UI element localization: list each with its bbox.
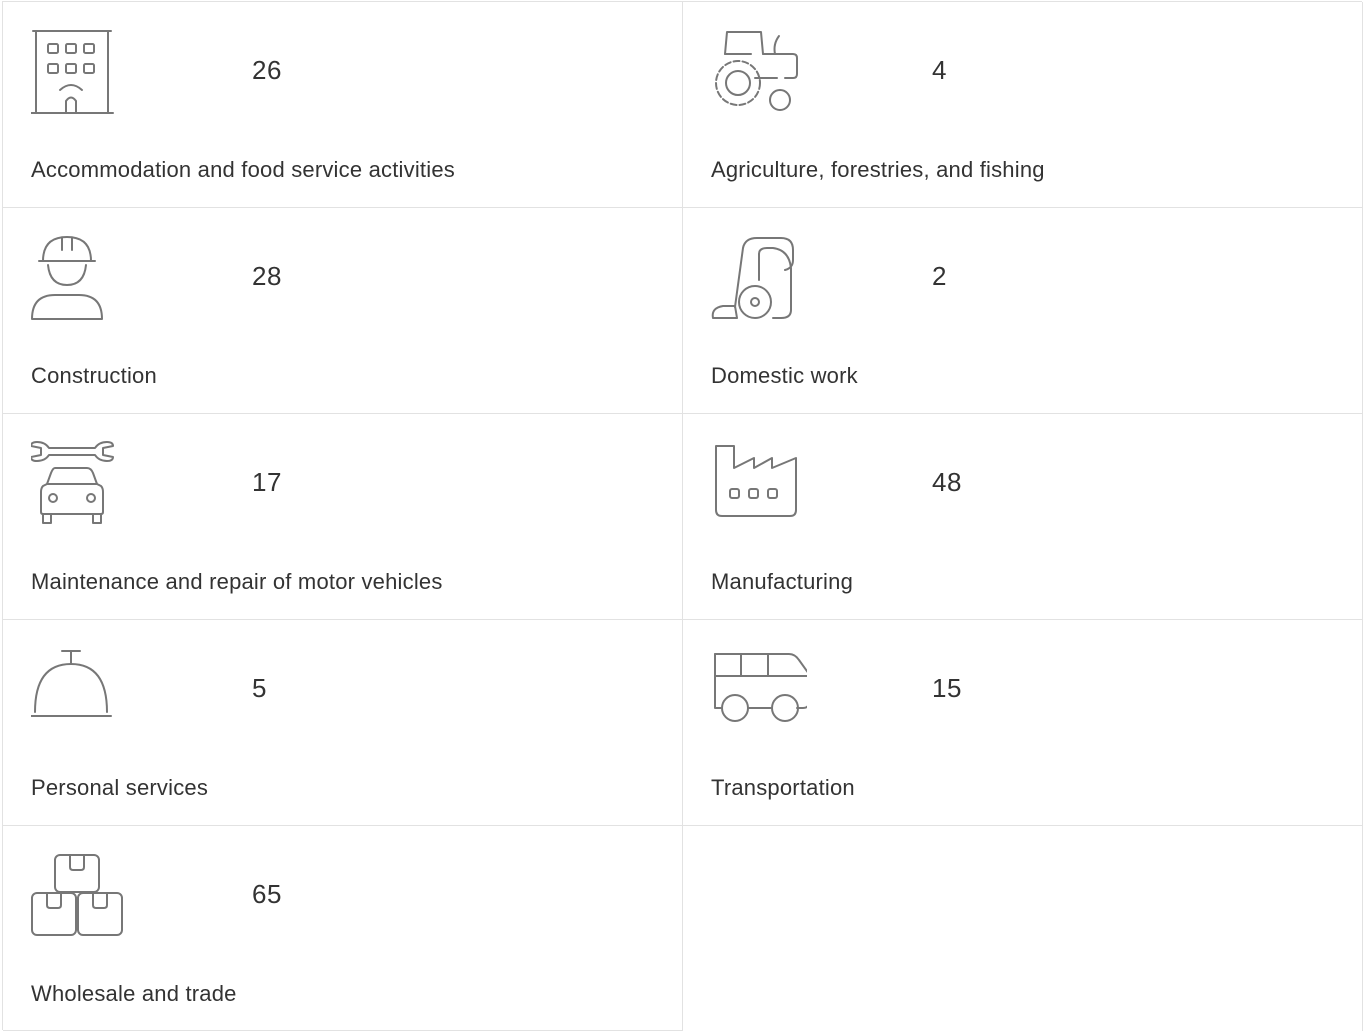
construction-worker-icon [31,234,127,320]
sector-label: Maintenance and repair of motor vehicles [31,569,443,594]
sector-count: 48 [932,467,962,497]
boxes-icon [31,852,127,938]
sector-label: Wholesale and trade [31,981,237,1006]
sector-count: 2 [932,261,947,291]
building-icon [31,28,127,114]
sector-count: 17 [252,467,282,497]
sector-card-construction[interactable]: 28 Construction [3,208,683,414]
service-bell-icon [31,646,127,732]
sector-card-agriculture[interactable]: 4 Agriculture, forestries, and fishing [683,2,1363,208]
sector-card-domestic-work[interactable]: 2 Domestic work [683,208,1363,414]
sector-card-maintenance-repair[interactable]: 17 Maintenance and repair of motor vehic… [3,414,683,620]
sector-label: Domestic work [711,363,858,388]
sector-grid: 26 Accommodation and food service activi… [2,1,1363,1031]
sector-card-transportation[interactable]: 15 Transportation [683,620,1363,826]
sector-count: 65 [252,879,282,909]
sector-count: 4 [932,55,947,85]
sector-label: Manufacturing [711,569,854,594]
empty-cell [683,826,1363,1031]
vacuum-cleaner-icon [711,234,807,320]
sector-label: Transportation [711,775,855,800]
sector-card-personal-services[interactable]: 5 Personal services [3,620,683,826]
van-icon [711,646,807,732]
tractor-icon [711,28,807,114]
sector-card-wholesale-trade[interactable]: 65 Wholesale and trade [3,826,683,1031]
sector-card-manufacturing[interactable]: 48 Manufacturing [683,414,1363,620]
sector-count: 26 [252,55,282,85]
sector-label: Personal services [31,775,209,800]
sector-label: Construction [31,363,157,388]
car-repair-icon [31,440,127,526]
sector-count: 5 [252,673,267,703]
sector-count: 28 [252,261,282,291]
sector-count: 15 [932,673,962,703]
sector-card-accommodation[interactable]: 26 Accommodation and food service activi… [3,2,683,208]
factory-icon [711,440,807,526]
sector-label: Accommodation and food service activitie… [31,157,455,182]
sector-label: Agriculture, forestries, and fishing [711,157,1045,182]
